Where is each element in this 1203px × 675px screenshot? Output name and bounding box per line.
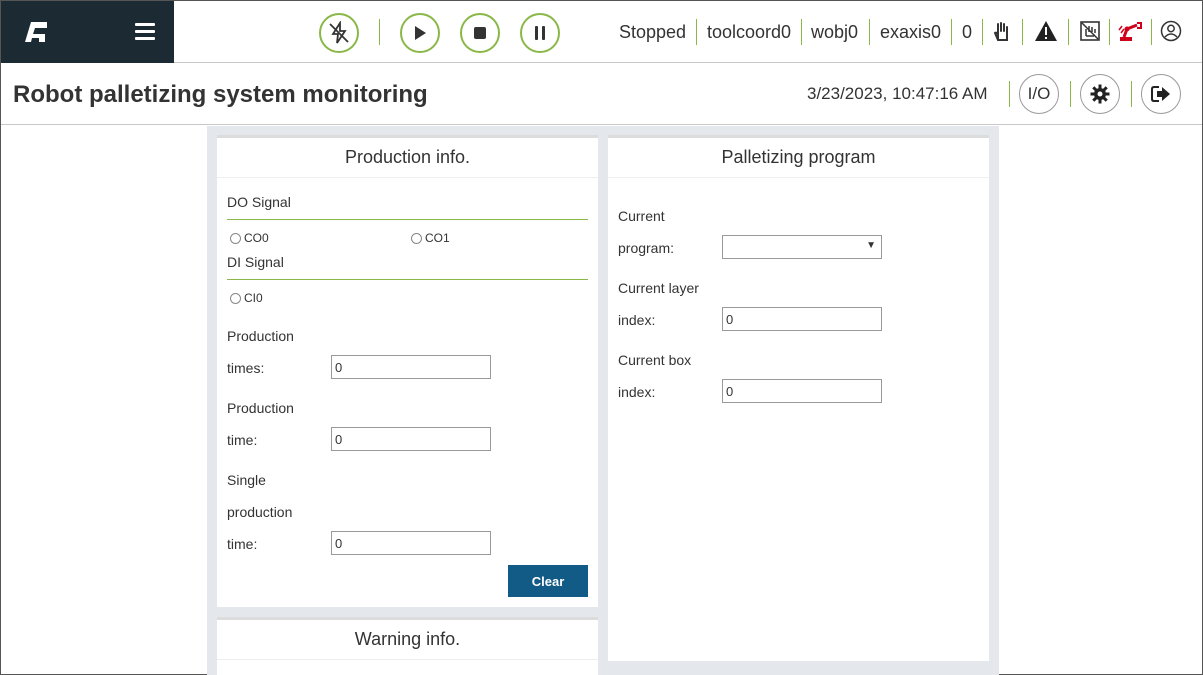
separator	[951, 19, 952, 45]
do-signal-label: DO Signal	[227, 194, 291, 210]
radio-label: CO1	[425, 231, 450, 245]
current-layer-label: index:	[618, 312, 656, 328]
production-times-input[interactable]	[331, 355, 491, 379]
radio-indicator	[411, 232, 422, 244]
panel-title: Warning info.	[217, 620, 598, 660]
radio-co1[interactable]: CO1	[411, 231, 450, 245]
warning-icon[interactable]	[1034, 19, 1058, 43]
di-signal-label: DI Signal	[227, 254, 284, 270]
radio-ci0[interactable]: CI0	[230, 291, 263, 305]
current-box-input[interactable]	[722, 379, 882, 403]
separator	[1068, 19, 1069, 45]
panel-title: Production info.	[217, 138, 598, 178]
current-program-label: program:	[618, 240, 675, 256]
run-status: Stopped	[619, 22, 687, 42]
menu-icon[interactable]	[135, 23, 155, 41]
gear-icon	[1090, 84, 1110, 104]
single-production-time-input[interactable]	[331, 531, 491, 555]
separator	[696, 19, 697, 45]
title-bar: Robot palletizing system monitoring 3/23…	[1, 63, 1202, 125]
palletizing-program-panel: Palletizing program Current program: ▼ C…	[608, 135, 989, 661]
current-layer-label: Current layer	[618, 280, 699, 296]
production-time-label: time:	[227, 432, 258, 448]
current-program-select[interactable]: ▼	[722, 235, 882, 259]
play-icon	[415, 26, 426, 40]
separator	[869, 19, 870, 45]
radio-indicator	[230, 292, 241, 304]
logout-icon	[1151, 86, 1170, 102]
io-label: I/O	[1027, 84, 1051, 103]
separator	[1009, 81, 1010, 107]
page-title: Robot palletizing system monitoring	[13, 81, 428, 108]
production-time-label: Production	[227, 400, 294, 416]
top-bar: Stopped toolcoord0 wobj0 exaxis0 0	[1, 1, 1202, 63]
current-datetime: 3/23/2023, 10:47:16 AM	[807, 84, 988, 103]
radio-label: CI0	[244, 291, 263, 305]
clear-button[interactable]: Clear	[508, 565, 588, 597]
separator	[379, 19, 380, 45]
app-logo-icon	[25, 22, 47, 42]
separator	[1151, 19, 1152, 45]
robot-arm-icon[interactable]	[1118, 19, 1142, 43]
current-box-label: index:	[618, 384, 656, 400]
single-production-time-label: time:	[227, 536, 258, 552]
warning-info-panel: Warning info.	[217, 617, 598, 675]
work-object-selector[interactable]: wobj0	[811, 22, 858, 43]
production-times-label: times:	[227, 360, 265, 376]
play-button[interactable]	[400, 13, 440, 53]
current-box-label: Current box	[618, 352, 692, 368]
dropdown-arrow-icon: ▼	[866, 240, 876, 251]
current-program-label: Current	[618, 208, 665, 224]
pause-button[interactable]	[520, 13, 560, 53]
radio-indicator	[230, 232, 241, 244]
brand-area	[1, 1, 174, 63]
production-time-input[interactable]	[331, 427, 491, 451]
motor-off-button[interactable]	[319, 13, 359, 53]
production-info-panel: Production info. DO Signal CO0 CO1 DI Si…	[217, 135, 598, 607]
single-production-time-label: production	[227, 504, 293, 520]
radio-label: CO0	[244, 231, 269, 245]
panel-title: Palletizing program	[608, 138, 989, 178]
counter-value: 0	[962, 22, 973, 42]
hand-icon[interactable]	[991, 19, 1015, 43]
current-layer-input[interactable]	[722, 307, 882, 331]
stop-icon	[474, 27, 486, 39]
separator	[801, 19, 802, 45]
logout-button[interactable]	[1141, 74, 1181, 114]
radio-co0[interactable]: CO0	[230, 231, 269, 245]
emergency-stop-icon[interactable]	[1078, 19, 1102, 43]
settings-button[interactable]	[1080, 74, 1120, 114]
tool-coord-selector[interactable]: toolcoord0	[707, 22, 791, 43]
production-times-label: Production	[227, 328, 294, 344]
single-production-time-label: Single	[227, 472, 266, 488]
separator	[1070, 81, 1071, 107]
pause-icon	[535, 26, 545, 40]
motor-off-icon	[329, 21, 349, 44]
separator	[1022, 19, 1023, 45]
divider	[227, 279, 588, 280]
separator	[1131, 81, 1132, 107]
external-axis-selector[interactable]: exaxis0	[880, 22, 941, 43]
separator	[982, 19, 983, 45]
io-button[interactable]: I/O	[1019, 74, 1059, 114]
stop-button[interactable]	[460, 13, 500, 53]
separator	[1109, 19, 1110, 45]
user-icon[interactable]	[1159, 19, 1183, 43]
divider	[227, 219, 588, 220]
